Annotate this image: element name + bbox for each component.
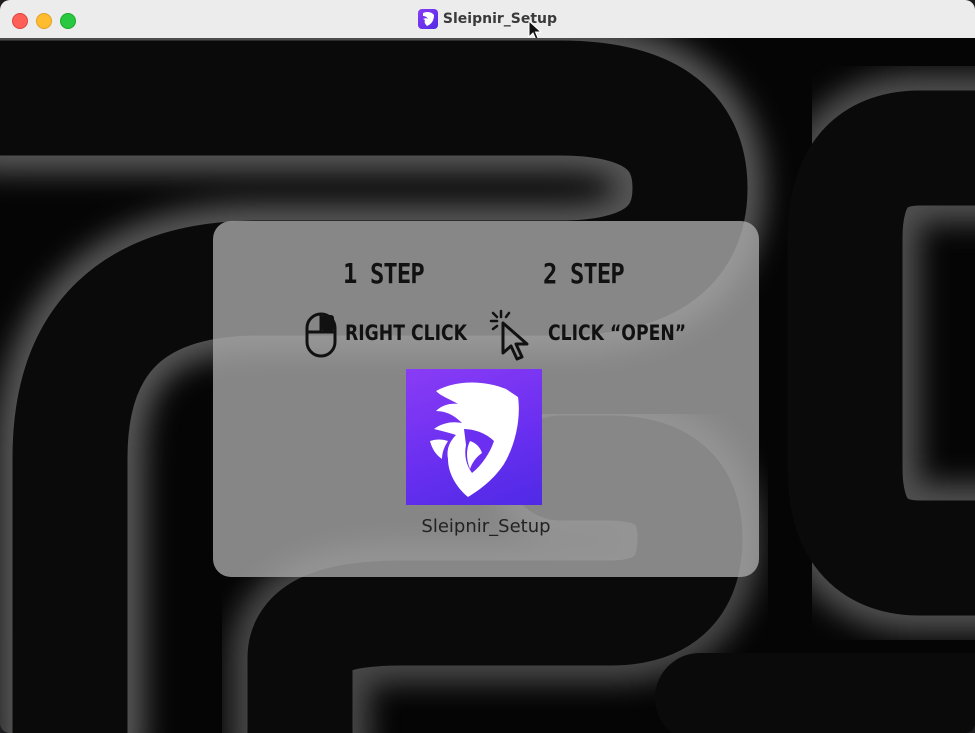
setup-app-label: Sleipnir_Setup	[421, 516, 551, 537]
step-2-heading: 2 STEP	[543, 257, 625, 290]
app-title-icon	[417, 9, 438, 29]
instructions-panel: 1 STEP 2 STEP RIGHT CLICK CLICK “OPEN” S…	[213, 221, 759, 577]
installer-window: Sleipnir_Setup 1 STEP 2 STEP RIGHT CLICK…	[0, 0, 975, 733]
title-bar[interactable]: Sleipnir_Setup	[0, 0, 975, 41]
horse-head-logo-icon	[430, 382, 519, 497]
step-1-heading: 1 STEP	[343, 257, 425, 290]
click-pointer-icon	[489, 309, 529, 361]
step-1-action: RIGHT CLICK	[345, 321, 467, 345]
step-2-action: CLICK “OPEN”	[548, 321, 687, 345]
mouse-icon	[305, 312, 337, 358]
installer-content: 1 STEP 2 STEP RIGHT CLICK CLICK “OPEN” S…	[0, 38, 975, 733]
setup-app-icon[interactable]	[406, 369, 542, 505]
